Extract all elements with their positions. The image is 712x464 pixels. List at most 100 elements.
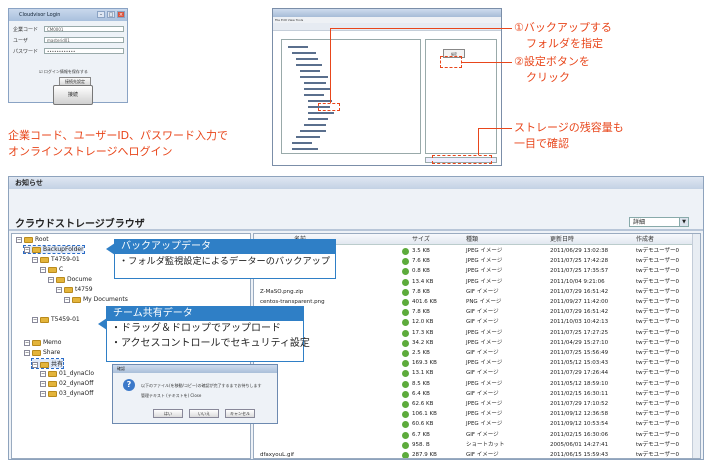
company-code-field[interactable]: CM0001 (44, 26, 124, 32)
dialog-title: 確認 (113, 365, 277, 373)
maximize-icon[interactable]: □ (107, 11, 115, 18)
tree-node-label: Docume (67, 276, 92, 283)
app-titlebar (273, 9, 501, 17)
expand-icon[interactable]: − (40, 266, 46, 273)
tree-node[interactable]: − Root (16, 236, 49, 243)
tree-item[interactable] (304, 88, 330, 90)
share-callout-line1: ・ドラッグ＆ドロップでアップロード (111, 323, 281, 334)
status-check-icon (402, 411, 409, 419)
tree-node[interactable]: − Share (24, 349, 60, 356)
step1-caption: ①バックアップする フォルダを指定 (514, 20, 612, 52)
column-type[interactable]: 種類 (466, 234, 478, 245)
file-name: dfaxyouL.gif (260, 452, 294, 458)
column-date[interactable]: 更新日時 (550, 234, 574, 245)
folder-tree[interactable] (281, 39, 421, 154)
tree-node[interactable]: − BackupFolder (23, 245, 85, 254)
expand-icon[interactable]: − (24, 339, 30, 346)
status-check-icon (402, 401, 409, 408)
storage-highlight (432, 155, 492, 164)
tree-node-label: My Documents (83, 296, 128, 303)
expand-icon[interactable]: − (48, 276, 54, 283)
tree-item[interactable] (304, 82, 326, 84)
tree-node[interactable]: − 共有 (30, 358, 65, 369)
tree-node[interactable]: − C (40, 266, 63, 273)
notice-bar[interactable]: お知らせ (9, 177, 703, 189)
login-caption-line1: 企業コード、ユーザーID、パスワード入力で (8, 129, 229, 142)
tree-node[interactable]: − Memo (24, 339, 61, 346)
backup-settings-window: File Edit View Tools 設定 (272, 8, 502, 166)
app-toolbar[interactable] (273, 23, 501, 31)
user-field[interactable]: masterid01 (44, 37, 124, 43)
expand-icon[interactable]: − (40, 380, 46, 387)
remember-checkbox[interactable]: ☑ ログイン情報を保存する (39, 69, 88, 75)
tree-item[interactable] (300, 70, 320, 72)
chevron-down-icon[interactable]: ▼ (679, 218, 688, 226)
expand-icon[interactable]: − (32, 256, 38, 263)
tree-item[interactable] (308, 112, 334, 114)
minimize-icon[interactable]: – (97, 11, 105, 18)
tree-item[interactable] (300, 76, 328, 78)
status-check-icon (402, 370, 409, 378)
tree-node-label: T4759-01 (51, 256, 80, 263)
password-field[interactable]: •••••••••••• (44, 48, 124, 54)
expand-icon[interactable]: − (40, 370, 46, 377)
tree-item[interactable] (296, 58, 318, 60)
tree-item[interactable] (296, 136, 320, 138)
tree-item[interactable] (308, 100, 332, 102)
no-button[interactable]: いいえ (189, 409, 219, 418)
expand-icon[interactable]: − (40, 390, 46, 397)
vertical-scrollbar[interactable] (692, 234, 700, 458)
folder-icon (56, 276, 65, 283)
tree-node[interactable]: − T4759-01 (32, 256, 80, 263)
tree-node[interactable]: − 02_dynaOff (40, 380, 93, 387)
column-size[interactable]: サイズ (412, 234, 430, 245)
view-mode-select[interactable]: 詳細 ▼ (629, 217, 689, 227)
status-check-icon (402, 329, 409, 337)
backup-callout: バックアップデータ ・フォルダ監視設定によるデーターのバックアップ (114, 239, 336, 279)
tree-node[interactable]: − T5459-01 (32, 316, 80, 323)
callout-line (478, 128, 512, 129)
notice-area (9, 189, 703, 211)
tree-node[interactable]: − My Documents (64, 296, 128, 303)
folder-icon (48, 390, 57, 397)
column-author[interactable]: 作成者 (636, 234, 654, 245)
expand-icon[interactable]: − (56, 286, 62, 293)
expand-icon[interactable]: − (32, 316, 38, 323)
tree-item[interactable] (296, 64, 322, 66)
file-type: GIF イメージ (466, 452, 499, 458)
tree-node[interactable]: − Docume (48, 276, 92, 283)
expand-icon[interactable]: − (64, 296, 70, 303)
browser-title: クラウドストレージブラウザ (15, 219, 145, 230)
tree-node[interactable]: − 03_dynaOff (40, 390, 93, 397)
expand-icon[interactable]: − (24, 246, 30, 253)
tree-item[interactable] (292, 52, 316, 54)
expand-icon[interactable]: − (24, 349, 30, 356)
folder-icon (48, 380, 57, 387)
table-row[interactable]: dfaxyouL.gif 287.9 KB GIF イメージ 2011/06/15 1… (254, 450, 700, 458)
expand-icon[interactable]: − (32, 361, 38, 368)
tree-item[interactable] (304, 94, 324, 96)
tree-node[interactable]: − t4759 (56, 286, 93, 293)
callout-line (330, 28, 512, 29)
folder-icon (40, 256, 49, 263)
tree-node-label: t4759 (75, 286, 93, 293)
share-callout-pointer (98, 318, 107, 330)
status-check-icon (402, 421, 409, 429)
cancel-button[interactable]: キャンセル (225, 409, 255, 418)
tree-node[interactable]: − 01_dynaClo (40, 370, 94, 377)
tree-item[interactable] (288, 46, 308, 48)
login-button[interactable]: 接続 (53, 85, 93, 105)
tree-item[interactable] (292, 142, 312, 144)
yes-button[interactable]: はい (153, 409, 183, 418)
folder-icon (32, 339, 41, 346)
close-icon[interactable]: × (117, 11, 125, 18)
folder-icon (32, 349, 41, 356)
status-check-icon (402, 258, 409, 266)
tree-node-label: T5459-01 (51, 316, 80, 323)
status-check-icon (402, 268, 409, 276)
tree-item[interactable] (300, 130, 326, 132)
tree-item[interactable] (308, 118, 328, 120)
tree-item[interactable] (304, 124, 326, 126)
tree-item[interactable] (292, 148, 318, 150)
expand-icon[interactable]: − (16, 236, 22, 243)
